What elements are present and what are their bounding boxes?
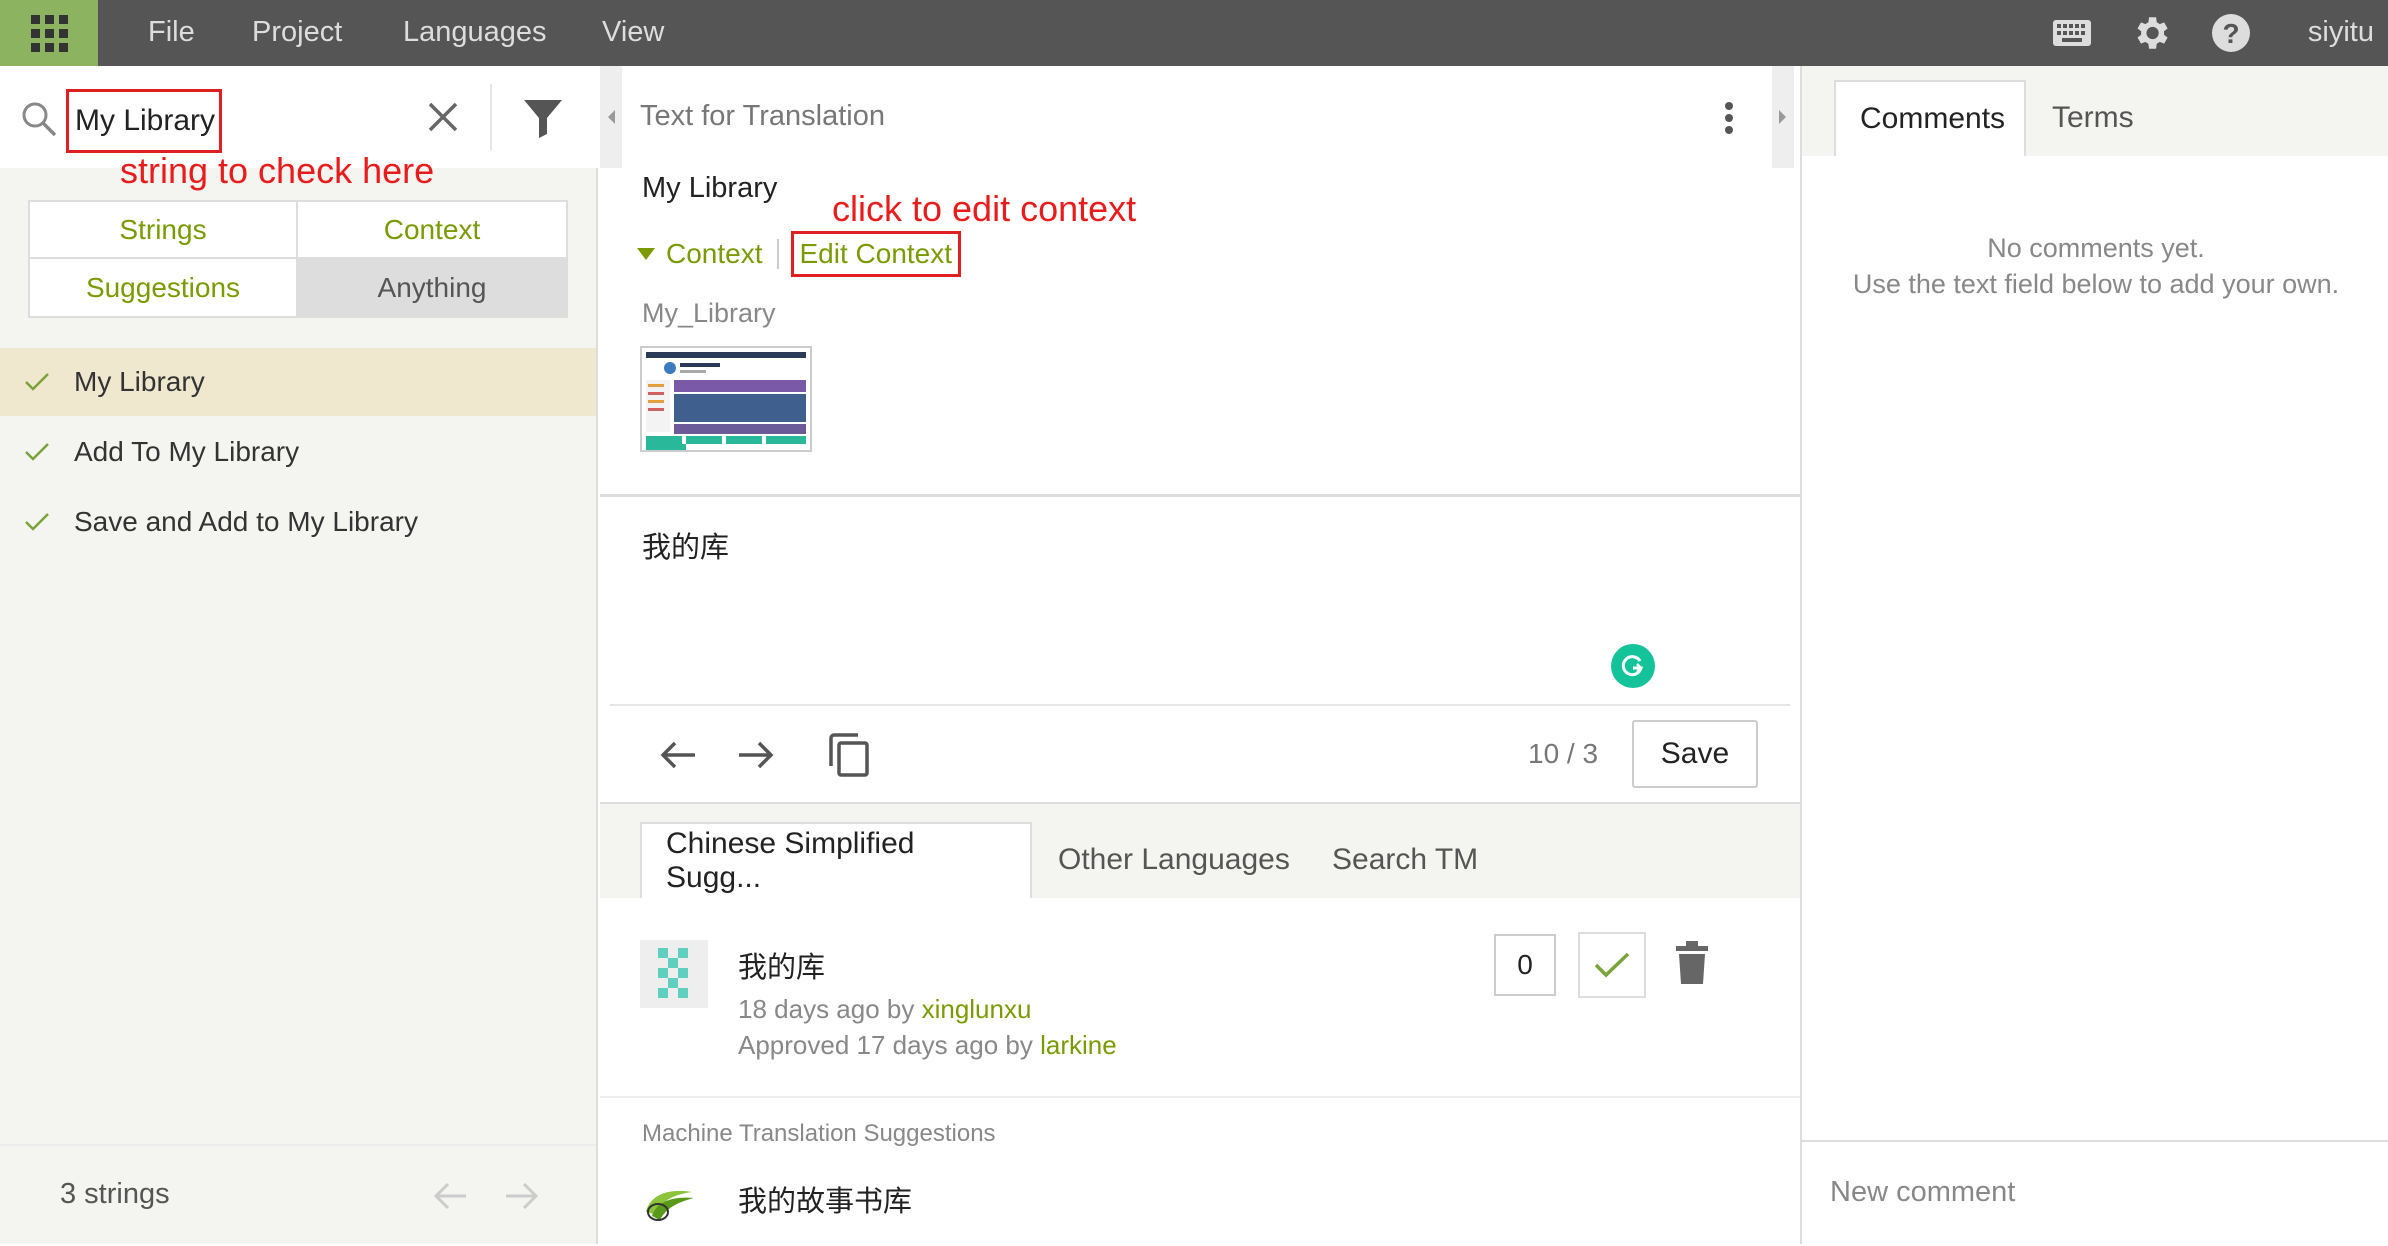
divider bbox=[600, 494, 1800, 497]
string-list-item[interactable]: Add To My Library bbox=[0, 418, 596, 486]
machine-translation-icon bbox=[646, 1190, 694, 1221]
keyboard-icon[interactable] bbox=[2050, 0, 2094, 66]
filter-suggestions[interactable]: Suggestions bbox=[30, 259, 298, 316]
strings-count: 3 strings bbox=[60, 1178, 170, 1210]
next-string-button[interactable] bbox=[730, 730, 780, 780]
annotation-edit-context: click to edit context bbox=[832, 188, 1137, 229]
new-comment-input[interactable]: New comment bbox=[1802, 1140, 2388, 1244]
arrow-right-icon[interactable] bbox=[502, 1176, 542, 1216]
char-counter: 10 / 3 bbox=[1528, 738, 1599, 769]
filter-anything[interactable]: Anything bbox=[298, 259, 566, 316]
menu-languages[interactable]: Languages bbox=[403, 0, 547, 66]
mt-suggestion-text: 我的故事书库 bbox=[738, 1186, 913, 1218]
tab-terms[interactable]: Terms bbox=[2028, 80, 2158, 156]
string-label: Add To My Library bbox=[74, 436, 300, 467]
filter-strings[interactable]: Strings bbox=[30, 202, 298, 259]
avatar bbox=[640, 940, 708, 1008]
gear-icon[interactable] bbox=[2128, 0, 2174, 66]
source-string: My Library bbox=[642, 172, 778, 204]
suggestion-list: 我的库 18 days ago by xinglunxu Approved 17… bbox=[600, 898, 1800, 1246]
suggestions-area: Chinese Simplified Sugg... Other Languag… bbox=[600, 802, 1800, 1246]
suggestion-time: 18 days ago by bbox=[738, 994, 922, 1024]
context-key: My_Library bbox=[642, 298, 776, 328]
filter-icon[interactable] bbox=[518, 92, 568, 142]
more-options-icon[interactable] bbox=[1714, 98, 1744, 138]
check-icon bbox=[0, 512, 74, 532]
translation-panel: Text for Translation My Library click to… bbox=[600, 66, 1800, 1246]
arrow-right-icon bbox=[739, 741, 774, 769]
arrow-left-icon[interactable] bbox=[430, 1176, 470, 1216]
author-link[interactable]: xinglunxu bbox=[922, 994, 1032, 1024]
divider bbox=[610, 704, 1790, 706]
grammarly-icon[interactable] bbox=[1611, 644, 1655, 688]
collapse-right-button[interactable] bbox=[1772, 66, 1794, 168]
suggestion-tabs: Chinese Simplified Sugg... Other Languag… bbox=[600, 804, 1800, 898]
strings-panel: My Library string to check here Strings … bbox=[0, 66, 598, 1244]
check-icon bbox=[0, 442, 74, 462]
save-button[interactable]: Save bbox=[1632, 720, 1758, 788]
chevron-right-icon bbox=[1779, 110, 1786, 124]
context-row: Context Edit Context bbox=[636, 231, 962, 277]
context-screenshot-thumbnail[interactable] bbox=[640, 346, 812, 452]
copy-source-button[interactable] bbox=[824, 730, 874, 780]
trash-icon[interactable] bbox=[1672, 938, 1712, 986]
context-toggle[interactable]: Context bbox=[636, 238, 763, 270]
strings-footer: 3 strings bbox=[0, 1144, 596, 1244]
panel-title: Text for Translation bbox=[640, 100, 885, 132]
approve-button[interactable] bbox=[1578, 932, 1646, 998]
translation-input[interactable]: 我的库 bbox=[642, 524, 729, 566]
search-input[interactable]: My Library bbox=[66, 89, 222, 153]
empty-line-2: Use the text field below to add your own… bbox=[1852, 269, 2340, 299]
approval-meta: Approved 17 days ago by larkine bbox=[738, 1030, 1117, 1061]
comments-panel: Comments Terms No comments yet. Use the … bbox=[1800, 66, 2388, 1244]
tab-other-languages[interactable]: Other Languages bbox=[1034, 822, 1314, 898]
grid-icon bbox=[30, 14, 68, 52]
edit-context-link[interactable]: Edit Context bbox=[790, 231, 962, 277]
menu-file[interactable]: File bbox=[148, 0, 195, 66]
search-icon bbox=[22, 102, 57, 137]
empty-line-1: No comments yet. bbox=[1987, 233, 2205, 263]
help-icon[interactable]: ? bbox=[2208, 0, 2254, 66]
divider bbox=[490, 84, 492, 150]
tab-language-suggestions[interactable]: Chinese Simplified Sugg... bbox=[640, 822, 1032, 898]
suggestion-meta: 18 days ago by xinglunxu bbox=[738, 994, 1031, 1025]
check-icon bbox=[0, 372, 74, 392]
tab-comments[interactable]: Comments bbox=[1834, 80, 2026, 156]
vote-count[interactable]: 0 bbox=[1494, 934, 1556, 996]
svg-text:?: ? bbox=[2222, 18, 2239, 49]
menu-project[interactable]: Project bbox=[252, 0, 342, 66]
context-label: Context bbox=[666, 238, 763, 269]
top-bar: File Project Languages View ? siyitu bbox=[0, 0, 2388, 66]
string-list-item[interactable]: My Library bbox=[0, 348, 596, 416]
chevron-left-icon bbox=[608, 110, 615, 124]
divider bbox=[600, 1096, 1800, 1098]
machine-translation-heading: Machine Translation Suggestions bbox=[642, 1120, 996, 1147]
empty-comments-message: No comments yet. Use the text field belo… bbox=[1802, 230, 2388, 302]
string-label: My Library bbox=[74, 366, 205, 397]
collapse-left-button[interactable] bbox=[600, 66, 622, 168]
caret-down-icon bbox=[637, 248, 655, 260]
string-label: Save and Add to My Library bbox=[74, 506, 418, 537]
comments-tabs: Comments Terms bbox=[1802, 66, 2388, 156]
approver-link[interactable]: larkine bbox=[1040, 1030, 1117, 1060]
suggestion-text: 我的库 bbox=[738, 952, 826, 984]
annotation-string-check: string to check here bbox=[120, 150, 435, 191]
apps-grid-button[interactable] bbox=[0, 0, 98, 66]
divider bbox=[776, 239, 779, 269]
previous-string-button[interactable] bbox=[654, 730, 704, 780]
copy-icon bbox=[829, 733, 869, 777]
filter-context[interactable]: Context bbox=[298, 202, 566, 259]
string-list-item[interactable]: Save and Add to My Library bbox=[0, 488, 596, 556]
arrow-left-icon bbox=[660, 741, 695, 769]
search-filter-tabs: Strings Context Suggestions Anything bbox=[28, 200, 568, 318]
approval-time: Approved 17 days ago by bbox=[738, 1030, 1041, 1060]
check-icon bbox=[1594, 952, 1630, 978]
menu-view[interactable]: View bbox=[602, 0, 664, 66]
user-menu[interactable]: siyitu bbox=[2308, 0, 2374, 66]
close-icon[interactable] bbox=[422, 96, 464, 138]
tab-search-tm[interactable]: Search TM bbox=[1308, 822, 1502, 898]
